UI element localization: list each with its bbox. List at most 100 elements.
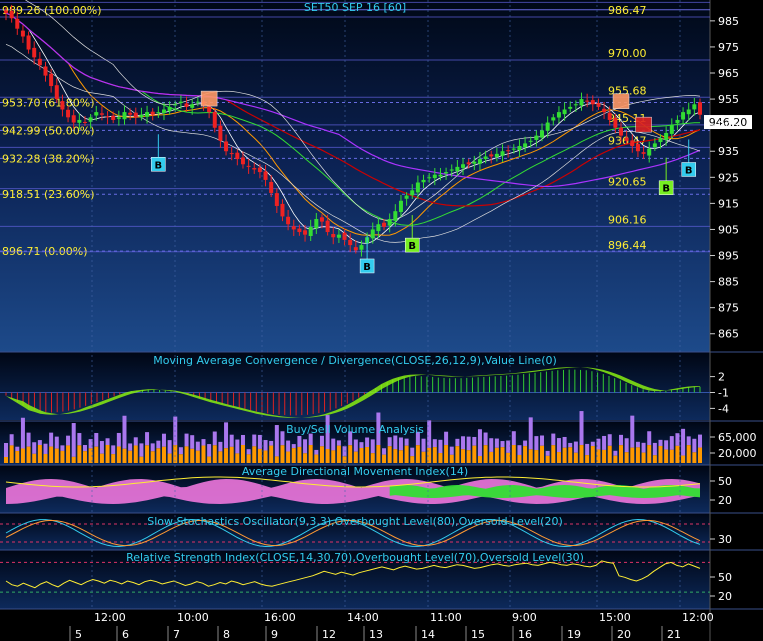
volume-bar-sell: [54, 436, 59, 449]
volume-bar-buy: [15, 451, 20, 463]
hour-label-7: 12:00: [682, 611, 714, 624]
signal-marker-1: [612, 93, 630, 109]
volume-bar-sell: [613, 450, 618, 456]
candle-body: [387, 219, 392, 226]
candle-body: [573, 104, 578, 106]
fib-label-3: 932.28 (38.20%): [2, 152, 95, 165]
candle-body: [128, 112, 133, 115]
volume-bar-buy: [415, 445, 420, 463]
candle-body: [444, 172, 449, 174]
volume-bar-sell: [477, 429, 482, 456]
volume-bar-sell: [105, 438, 110, 446]
volume-bar-buy: [461, 449, 466, 463]
candle-body: [178, 101, 183, 103]
hour-label-0: 12:00: [94, 611, 126, 624]
volume-bar-buy: [568, 447, 573, 463]
volume-bar-sell: [291, 444, 296, 449]
volume-bar-sell: [540, 435, 545, 446]
candle-body: [218, 125, 223, 141]
candle-body: [156, 112, 161, 114]
fib-label-1: 953.70 (61.80%): [2, 96, 95, 109]
volume-bar-sell: [573, 441, 578, 453]
price-tick-label-10: 885: [718, 276, 739, 289]
candle-body: [15, 18, 20, 29]
volume-bar-buy: [303, 453, 308, 463]
volume-bar-sell: [556, 438, 561, 453]
level-label-5: 936.47: [608, 134, 647, 147]
volume-bar-sell: [9, 434, 14, 446]
volume-bar-buy: [116, 446, 121, 463]
volume-bar-buy: [150, 451, 155, 463]
volume-bar-buy: [252, 446, 257, 463]
volume-bar-buy: [404, 445, 409, 463]
candle-body: [692, 104, 697, 110]
volume-bar-buy: [494, 447, 499, 463]
volume-bar-sell: [274, 425, 279, 457]
candle-body: [489, 154, 494, 157]
volume-bar-buy: [370, 453, 375, 463]
volume-bar-sell: [240, 434, 245, 446]
candle-body: [613, 117, 618, 128]
candle-body: [291, 226, 296, 230]
volume-bar-sell: [297, 435, 302, 447]
volume-bar-buy: [545, 455, 550, 463]
volume-bar-sell: [444, 431, 449, 446]
candle-body: [461, 164, 466, 168]
day-label-9: 16: [518, 628, 532, 641]
volume-bar-buy: [466, 450, 471, 463]
volume-bar-sell: [517, 445, 522, 455]
volume-bar-buy: [4, 457, 8, 463]
volume-bar-buy: [291, 448, 296, 463]
volume-bar-sell: [534, 436, 539, 451]
buy-signal-label-2: B: [408, 241, 416, 252]
volume-bar-buy: [652, 455, 657, 463]
volume-bar-buy: [438, 453, 443, 463]
volume-bar-sell: [607, 434, 612, 446]
volume-bar-buy: [590, 446, 595, 463]
volume-bar-buy: [348, 445, 353, 463]
candle-body: [415, 182, 420, 193]
candle-body: [212, 111, 217, 128]
volume-bar-sell: [167, 440, 172, 454]
candle-body: [229, 153, 234, 155]
volume-bar-sell: [359, 442, 364, 448]
volume-bar-buy: [139, 456, 144, 463]
hour-label-6: 15:00: [599, 611, 631, 624]
volume-bar-sell: [568, 442, 573, 448]
volume-bar-sell: [60, 445, 65, 451]
candle-body: [167, 106, 172, 112]
candle-body: [466, 162, 471, 165]
candle-body: [669, 125, 674, 134]
volume-bar-buy: [528, 449, 533, 463]
volume-bar-sell: [66, 435, 71, 446]
volume-bar-buy: [376, 445, 381, 463]
candle-body: [190, 104, 195, 108]
candle-body: [590, 100, 595, 105]
volume-bar-sell: [212, 431, 217, 446]
candle-body: [269, 181, 274, 193]
price-tick-label-1: 975: [718, 41, 739, 54]
volume-bar-buy: [517, 454, 522, 463]
panel3-tick-label-1: 20: [718, 494, 732, 507]
hour-label-5: 9:00: [512, 611, 537, 624]
price-tick-label-0: 985: [718, 15, 739, 28]
panel5-tick-label-1: 20: [718, 590, 732, 603]
candle-body: [94, 112, 99, 116]
candle-body: [568, 106, 573, 109]
volume-bar-buy: [432, 447, 437, 463]
volume-bar-buy: [500, 447, 505, 463]
rsi-title: Relative Strength Index(CLOSE,14,30,70),…: [126, 551, 584, 564]
volume-bar-buy: [331, 450, 336, 463]
volume-bar-sell: [692, 438, 697, 453]
volume-bar-buy: [49, 446, 54, 463]
candle-body: [359, 245, 364, 250]
candle-body: [32, 47, 37, 58]
volume-bar-buy: [9, 445, 14, 463]
candle-body: [455, 166, 460, 172]
volume-bar-buy: [359, 447, 364, 463]
volume-bar-sell: [494, 438, 499, 448]
candle-body: [562, 109, 567, 115]
volume-bar-sell: [257, 434, 262, 449]
volume-bar-sell: [528, 417, 533, 450]
candle-body: [66, 109, 71, 118]
